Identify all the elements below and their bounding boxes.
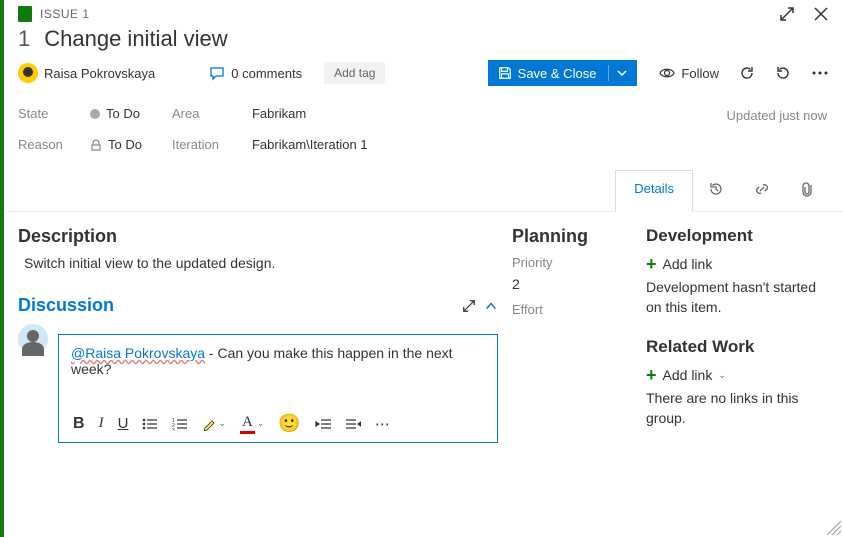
development-text: Development hasn't started on this item. — [646, 278, 829, 317]
link-icon — [754, 181, 770, 197]
issue-number: 1 — [18, 26, 30, 52]
chevron-down-icon: ⌄ — [718, 370, 726, 381]
undo-icon[interactable] — [775, 65, 791, 81]
tab-attachments[interactable] — [785, 170, 829, 211]
resize-grip-icon[interactable] — [827, 521, 841, 535]
reason-value[interactable]: To Do — [90, 137, 142, 152]
state-dot-icon — [90, 109, 100, 119]
iteration-label: Iteration — [172, 137, 242, 152]
related-add-link-label: Add link — [663, 367, 713, 383]
dev-add-link-button[interactable]: + Add link — [646, 256, 829, 272]
related-text: There are no links in this group. — [646, 389, 829, 428]
toolbar-more-button[interactable]: ⋯ — [375, 415, 390, 433]
bold-button[interactable]: B — [73, 415, 85, 433]
tab-details[interactable]: Details — [615, 170, 693, 212]
assignee-avatar[interactable] — [18, 63, 38, 83]
save-close-label: Save & Close — [518, 66, 597, 81]
eye-icon — [659, 65, 675, 81]
updated-label: Updated just now — [727, 108, 827, 123]
issue-title[interactable]: Change initial view — [44, 26, 227, 52]
italic-button[interactable]: I — [99, 415, 104, 432]
history-icon — [708, 181, 724, 197]
iteration-value[interactable]: Fabrikam\Iteration 1 — [252, 137, 368, 152]
priority-label: Priority — [512, 255, 632, 270]
tab-history[interactable] — [693, 170, 739, 211]
save-icon — [498, 66, 512, 80]
chevron-up-icon[interactable] — [484, 299, 498, 313]
discussion-heading: Discussion — [18, 295, 114, 316]
tab-bar: Details — [4, 170, 843, 212]
attachment-icon — [800, 181, 814, 197]
discussion-editor[interactable]: @Raisa Pokrovskaya - Can you make this h… — [59, 335, 497, 405]
lock-icon — [90, 139, 102, 151]
state-value[interactable]: To Do — [90, 106, 142, 121]
area-value[interactable]: Fabrikam — [252, 106, 368, 121]
development-heading: Development — [646, 226, 829, 246]
close-icon[interactable] — [813, 6, 829, 22]
issue-type-label: ISSUE 1 — [40, 7, 90, 21]
area-label: Area — [172, 106, 242, 121]
description-text[interactable]: Switch initial view to the updated desig… — [24, 255, 498, 271]
issue-type-icon — [18, 6, 32, 22]
tab-links[interactable] — [739, 170, 785, 211]
comments-button[interactable]: 0 comments — [209, 65, 302, 81]
plus-icon: + — [646, 257, 657, 271]
add-tag-button[interactable]: Add tag — [324, 62, 385, 84]
related-heading: Related Work — [646, 337, 829, 357]
reason-label: Reason — [18, 137, 80, 152]
fullscreen-icon[interactable] — [779, 6, 795, 22]
outdent-button[interactable] — [315, 418, 331, 430]
dev-add-link-label: Add link — [663, 256, 713, 272]
editor-toolbar: B I U 123 ⌄ A⌄ 🙂 ⋯ — [59, 405, 497, 442]
state-label: State — [18, 106, 80, 121]
chevron-down-icon[interactable] — [617, 68, 627, 78]
follow-label: Follow — [681, 66, 719, 81]
related-add-link-button[interactable]: + Add link ⌄ — [646, 367, 829, 383]
discussion-avatar — [18, 324, 48, 354]
assignee-name[interactable]: Raisa Pokrovskaya — [44, 66, 155, 81]
priority-value[interactable]: 2 — [512, 276, 632, 292]
highlight-button[interactable]: ⌄ — [202, 417, 226, 431]
expand-icon[interactable] — [462, 299, 476, 313]
svg-text:3: 3 — [172, 428, 175, 431]
comment-icon — [209, 65, 225, 81]
follow-button[interactable]: Follow — [659, 65, 719, 81]
description-heading: Description — [18, 226, 498, 247]
planning-heading: Planning — [512, 226, 632, 247]
refresh-icon[interactable] — [739, 65, 755, 81]
effort-label: Effort — [512, 302, 632, 317]
indent-button[interactable] — [345, 418, 361, 430]
save-close-button[interactable]: Save & Close — [488, 60, 638, 86]
plus-icon: + — [646, 368, 657, 382]
underline-button[interactable]: U — [118, 415, 129, 432]
mention[interactable]: @Raisa Pokrovskaya — [71, 345, 205, 361]
emoji-button[interactable]: 🙂 — [278, 413, 300, 434]
comments-count: 0 comments — [231, 66, 302, 81]
bullet-list-button[interactable] — [142, 417, 158, 431]
more-icon[interactable] — [811, 65, 829, 81]
font-color-button[interactable]: A⌄ — [240, 414, 264, 434]
number-list-button[interactable]: 123 — [172, 417, 188, 431]
